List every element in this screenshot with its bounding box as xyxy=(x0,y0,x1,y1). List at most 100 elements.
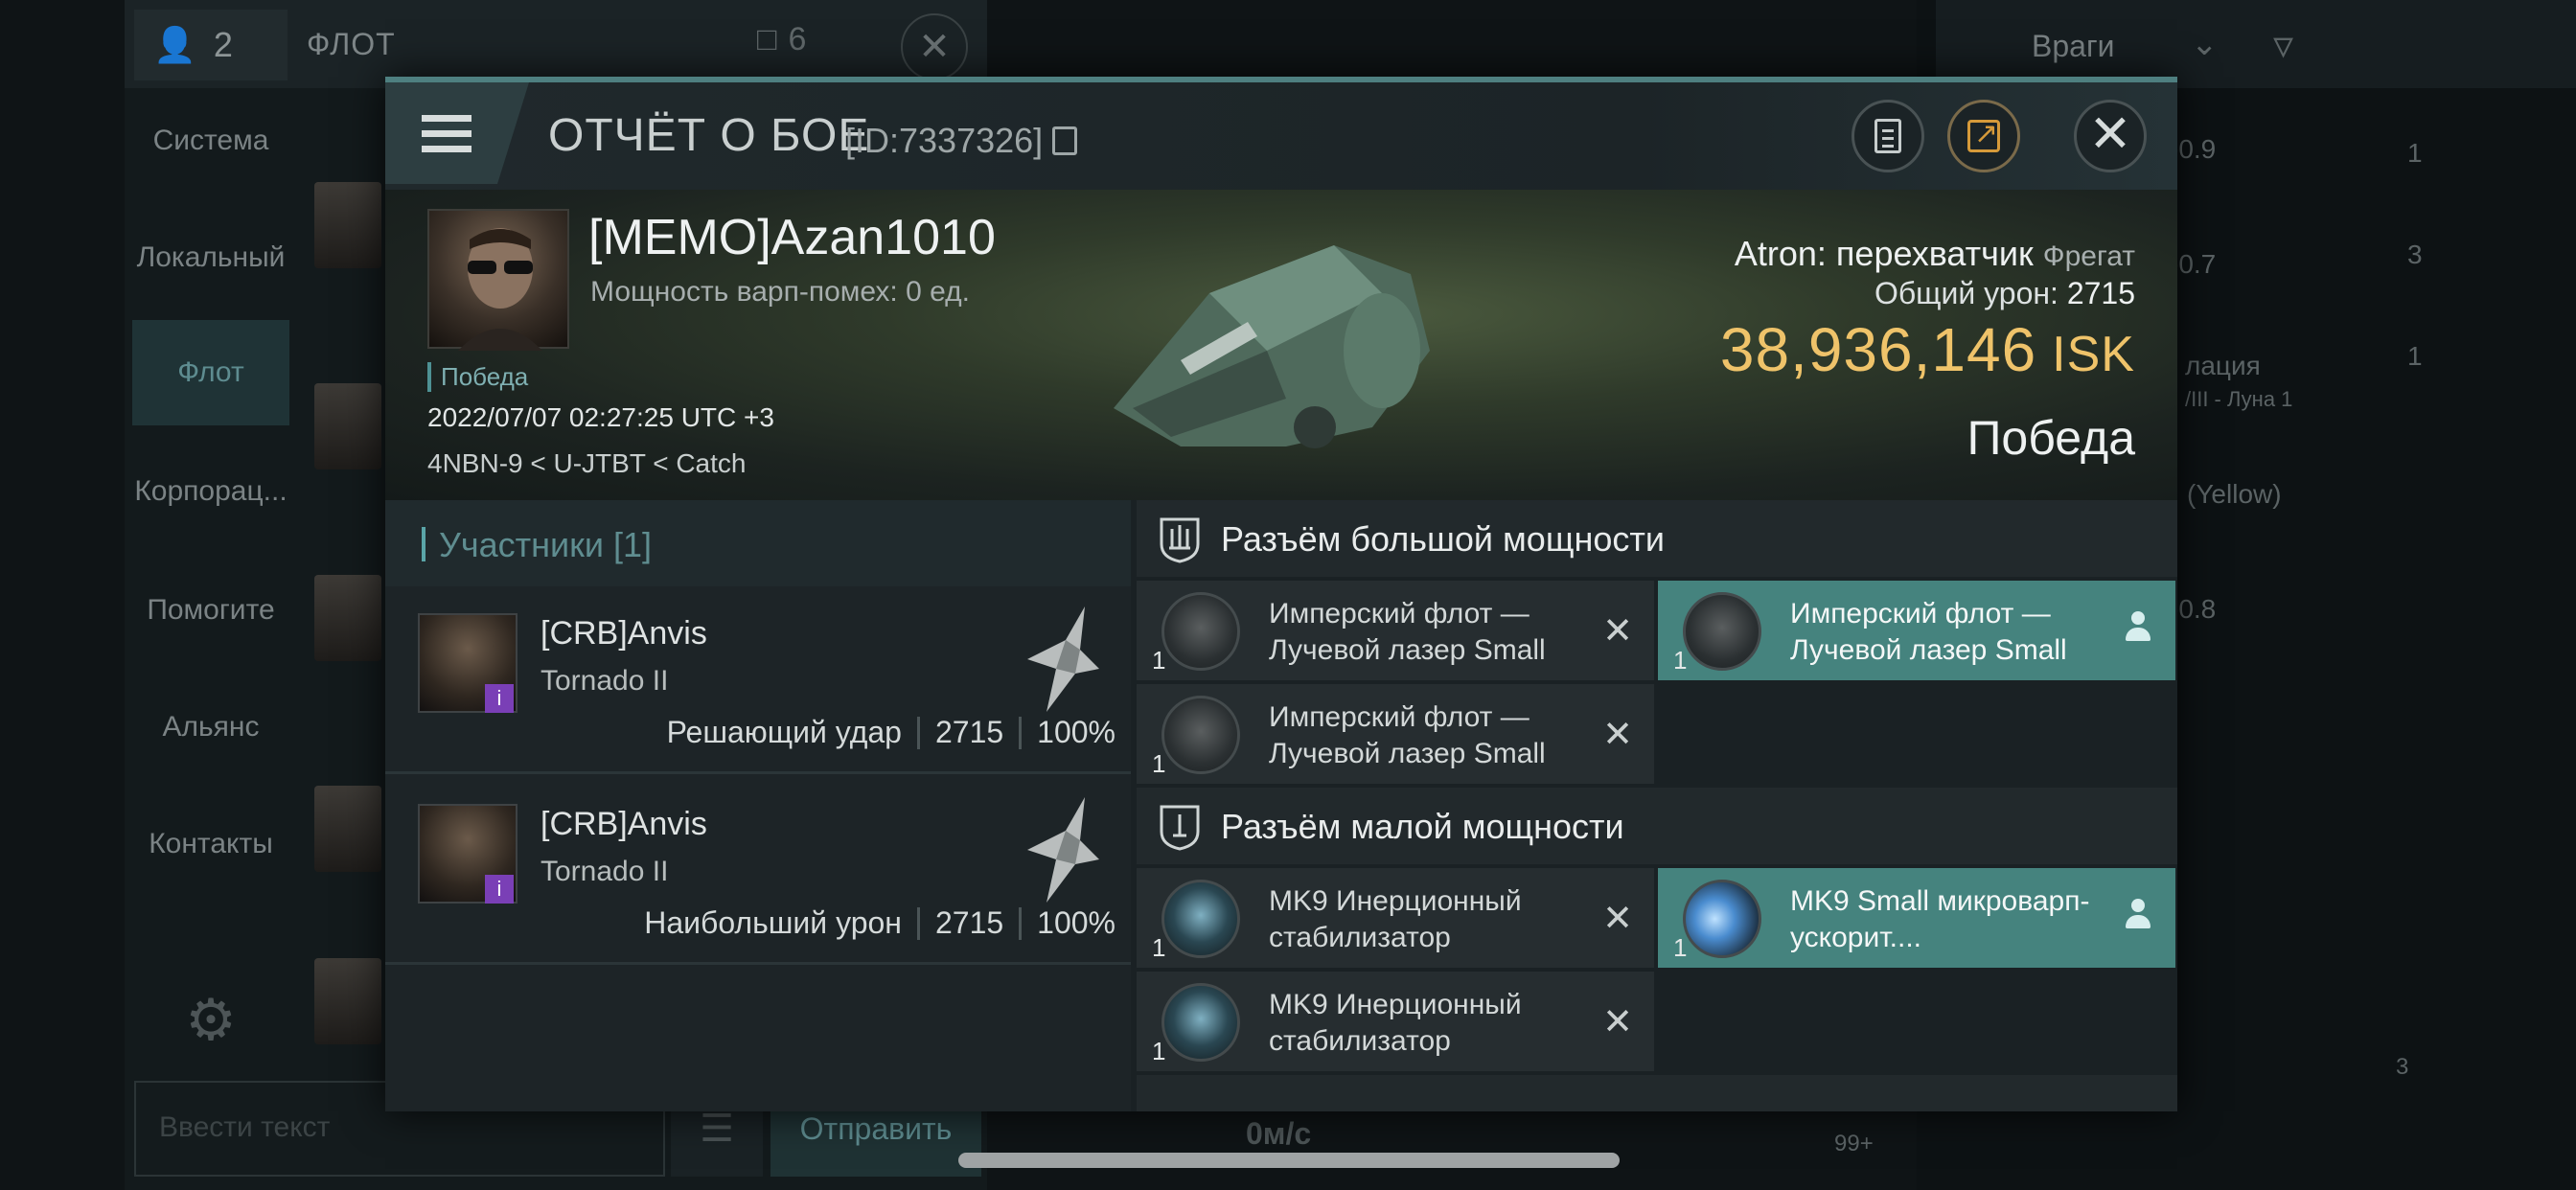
attacker-damage: 2715 xyxy=(934,715,1004,749)
close-icon: ✕ xyxy=(2088,105,2132,163)
module-slot[interactable]: 1 Имперский флот — Лучевой лазер Small ✕ xyxy=(1137,684,1654,784)
module-name: MK9 Инерционный стабилизатор xyxy=(1269,989,1522,1057)
total-damage: Общий урон: 2715 xyxy=(1874,276,2135,311)
avatar xyxy=(314,786,381,872)
gear-icon[interactable]: ⚙ xyxy=(174,987,247,1060)
fittings-panel: Разъём большой мощности 1 Имперский флот… xyxy=(1137,500,2177,1111)
chat-message-count: □ 6 xyxy=(757,21,807,57)
channel-system[interactable]: Система xyxy=(132,88,289,194)
module-slot[interactable]: 1 MK9 Инерционный стабилизатор ✕ xyxy=(1137,972,1654,1071)
count-label: 3 xyxy=(2407,240,2423,269)
laser-icon xyxy=(1683,592,1761,671)
count-label: 1 xyxy=(2407,138,2423,168)
channel-fleet[interactable]: Флот xyxy=(132,320,289,425)
channel-alliance[interactable]: Альянс xyxy=(132,675,289,780)
kill-location[interactable]: 4NBN-9 < U-JTBT < Catch xyxy=(427,448,746,479)
destroyed-icon: ✕ xyxy=(1602,899,1633,939)
filter-icon[interactable]: ▿ xyxy=(2273,21,2293,68)
divider xyxy=(916,716,920,749)
channel-help[interactable]: Помогите xyxy=(132,558,289,663)
channel-local[interactable]: Локальный xyxy=(132,205,289,310)
attacker-role: Решающий удар xyxy=(666,715,902,749)
module-quantity: 1 xyxy=(1152,933,1166,962)
participants-panel: Участники [1] i [CRB]Anvis Tornado II Ре… xyxy=(385,500,1131,1111)
header-accent xyxy=(422,527,426,561)
avatar xyxy=(314,182,381,268)
message-icon: □ xyxy=(757,21,777,57)
total-damage-value: 2715 xyxy=(2066,276,2135,310)
module-name: Имперский флот — Лучевой лазер Small xyxy=(1790,598,2067,666)
chat-member-count[interactable]: 👤 2 xyxy=(134,10,288,80)
participants-title: Участники [1] xyxy=(439,525,653,564)
clipboard-icon xyxy=(1874,119,1901,153)
copy-icon[interactable] xyxy=(1052,126,1077,155)
overview-item[interactable]: лация xyxy=(2185,351,2261,381)
close-button[interactable]: ✕ xyxy=(2074,100,2147,172)
overview-filter[interactable]: Враги xyxy=(2032,29,2114,64)
result-label: Победа xyxy=(1966,411,2135,465)
victim-portrait[interactable] xyxy=(427,209,569,351)
victim-ship-image xyxy=(1114,245,1430,448)
info-badge: i xyxy=(485,875,514,904)
warp-jam-strength: Мощность варп-помех: 0 ед. xyxy=(590,276,970,308)
menu-button[interactable] xyxy=(385,82,529,184)
channel-corporation[interactable]: Корпорац... xyxy=(132,439,289,544)
clipboard-button[interactable] xyxy=(1852,100,1924,172)
home-indicator[interactable] xyxy=(958,1153,1620,1168)
drone-badge: 99+ xyxy=(1834,1131,1874,1156)
attacker-name: [CRB]Anvis xyxy=(540,615,707,652)
module-name: Имперский флот — Лучевой лазер Small xyxy=(1269,701,1546,769)
dialog-title: ОТЧЁТ О БОЕ xyxy=(548,110,870,161)
victim-name: [MEMO]Azan1010 xyxy=(588,210,996,265)
report-id: [ID:7337326] xyxy=(845,121,1044,160)
laser-icon xyxy=(1162,696,1240,774)
module-slot[interactable]: 1 Имперский флот — Лучевой лазер Small xyxy=(1658,581,2175,680)
low-slot-icon xyxy=(1160,805,1200,851)
share-icon xyxy=(1967,117,2000,152)
high-slot-title: Разъём большой мощности xyxy=(1221,519,1665,559)
chat-channel-title: ФЛОТ xyxy=(307,27,396,61)
module-quantity: 1 xyxy=(1673,646,1688,675)
module-slot[interactable]: 1 Имперский флот — Лучевой лазер Small ✕ xyxy=(1137,581,1654,680)
high-slot-icon xyxy=(1160,517,1200,563)
module-name: Имперский флот — Лучевой лазер Small xyxy=(1269,598,1546,666)
participant-row[interactable]: i [CRB]Anvis Tornado II Решающий удар 27… xyxy=(385,586,1131,774)
attacker-ship-image xyxy=(1027,606,1099,712)
module-slot[interactable]: 1 MK9 Инерционный стабилизатор ✕ xyxy=(1137,868,1654,968)
attacker-damage-percent: 100% xyxy=(1037,905,1116,940)
avatar xyxy=(314,575,381,661)
module-quantity: 1 xyxy=(1673,933,1688,962)
victim-banner: [MEMO]Azan1010 Мощность варп-помех: 0 ед… xyxy=(385,190,2177,500)
isk-value: 38,936,146 ISK xyxy=(1720,314,2135,385)
person-icon xyxy=(2124,611,2152,646)
module-quantity: 1 xyxy=(1152,1037,1166,1065)
divider xyxy=(916,906,920,940)
overview-item[interactable]: /III - Луна 1 xyxy=(2185,387,2292,412)
person-icon xyxy=(2124,899,2152,933)
module-name: MK9 Small микроварп-ускорит.... xyxy=(1790,885,2090,953)
attacker-ship: Tornado II xyxy=(540,665,669,697)
share-button[interactable] xyxy=(1947,100,2020,172)
channel-contacts[interactable]: Контакты xyxy=(132,791,289,897)
divider xyxy=(1019,716,1023,749)
chevron-down-icon[interactable]: ⌄ xyxy=(2191,25,2219,63)
total-damage-label: Общий урон: xyxy=(1874,276,2058,310)
high-slot-header: Разъём большой мощности xyxy=(1137,500,2177,577)
stabilizer-icon xyxy=(1162,880,1240,958)
participants-header: Участники [1] xyxy=(385,500,1131,586)
low-slot-header: Разъём малой мощности xyxy=(1137,788,2177,864)
divider xyxy=(1019,906,1023,940)
chat-close-button[interactable]: ✕ xyxy=(901,13,968,80)
attacker-ship-image xyxy=(1027,797,1099,903)
attacker-role: Наибольший урон xyxy=(644,905,902,940)
module-slot[interactable]: 1 MK9 Small микроварп-ускорит.... xyxy=(1658,868,2175,968)
attacker-stats: Наибольший урон 2715 100% xyxy=(644,905,1116,941)
overview-item[interactable]: (Yellow) xyxy=(2187,479,2282,510)
kill-datetime: 2022/07/07 02:27:25 UTC +3 xyxy=(427,402,774,432)
chat-channel-list: Система Локальный Флот Корпорац... Помог… xyxy=(125,88,297,1065)
count-label: 1 xyxy=(2407,341,2423,371)
destroyed-icon: ✕ xyxy=(1602,715,1633,755)
participant-row[interactable]: i [CRB]Anvis Tornado II Наибольший урон … xyxy=(385,777,1131,965)
destroyed-icon: ✕ xyxy=(1602,611,1633,652)
module-name: MK9 Инерционный стабилизатор xyxy=(1269,885,1522,953)
